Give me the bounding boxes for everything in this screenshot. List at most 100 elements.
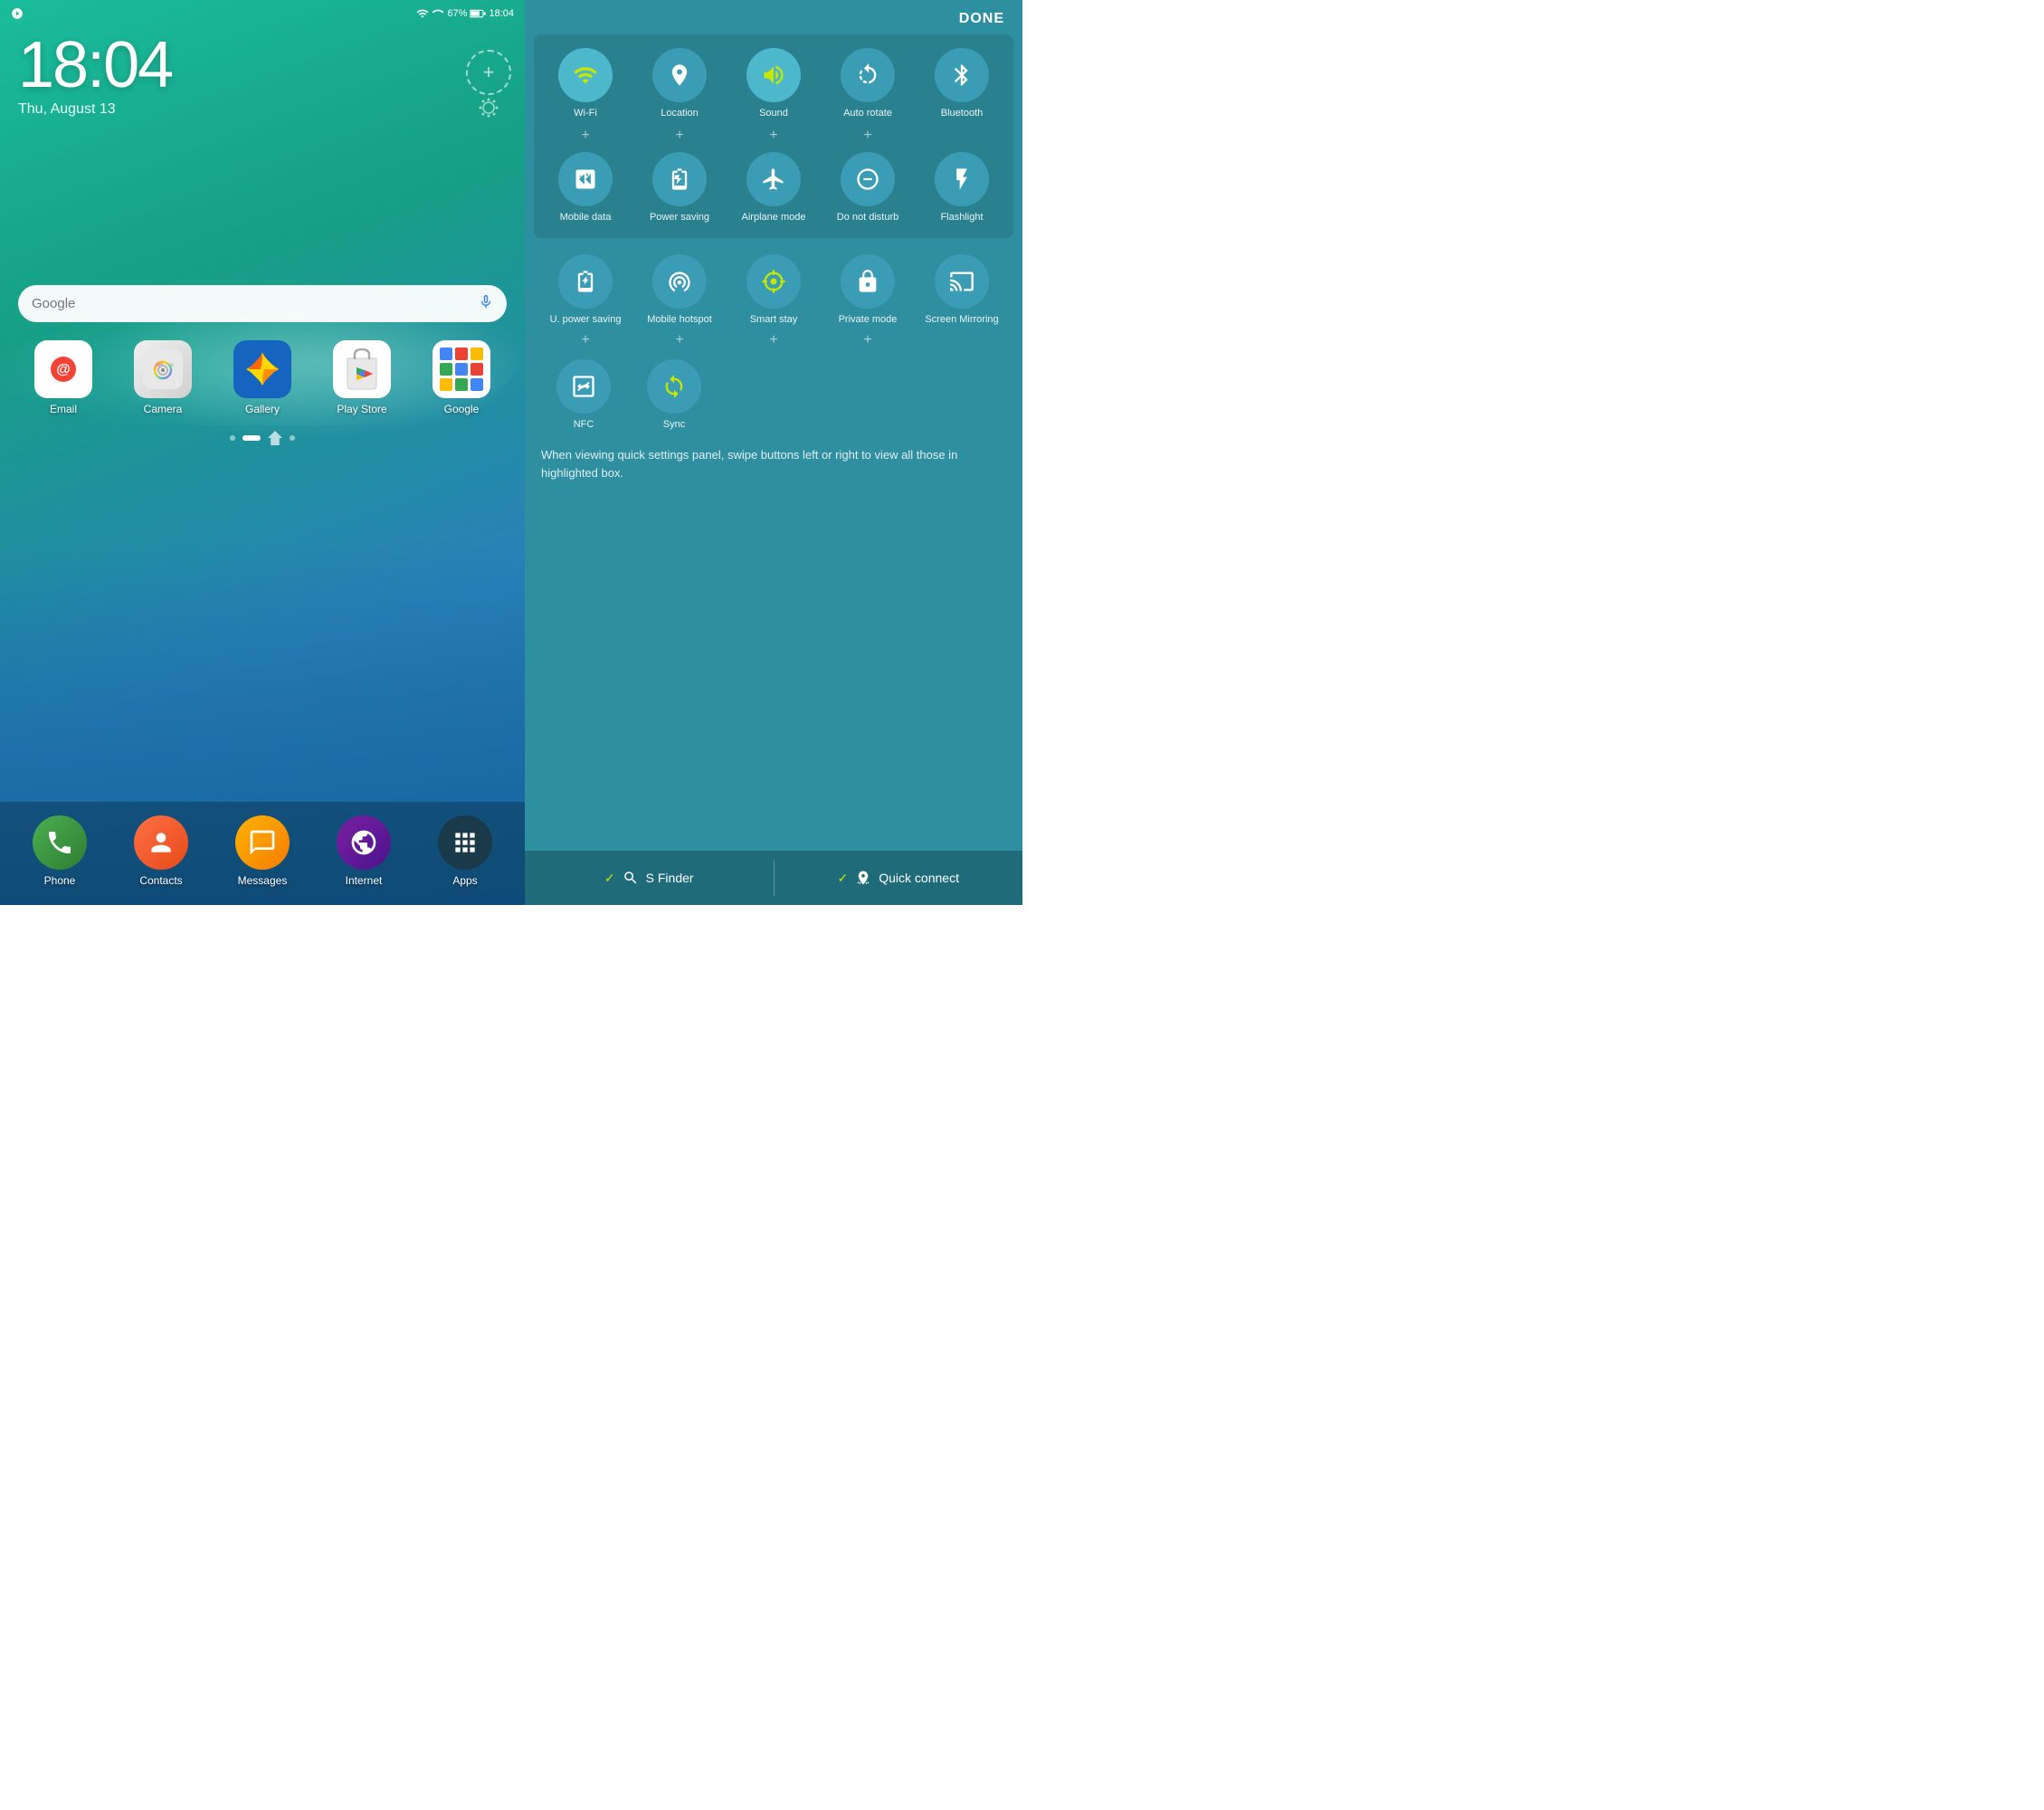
nfc-circle	[556, 359, 611, 414]
add-btn-4[interactable]: +	[822, 128, 913, 144]
qs-bluetooth[interactable]: Bluetooth	[917, 48, 1007, 119]
home-screen: 67% 18:04 18:04 Thu, August 13 +	[0, 0, 525, 905]
dock-phone[interactable]: Phone	[33, 815, 87, 887]
qs-wifi[interactable]: Wi-Fi	[540, 48, 631, 119]
weather-widget[interactable]: +	[466, 50, 511, 124]
smartstay-label: Smart stay	[750, 313, 798, 326]
add-btn-r3-4[interactable]: +	[822, 332, 913, 348]
qs-location[interactable]: Location	[634, 48, 725, 119]
qs-add-row-1: + + + +	[538, 124, 1009, 148]
app-gallery[interactable]: Gallery	[233, 340, 291, 415]
quick-connect-button[interactable]: ✓ Quick connect	[775, 851, 1023, 905]
notification-icons	[11, 7, 24, 24]
qs-sync[interactable]: Sync	[629, 359, 719, 431]
playstore-icon	[333, 340, 391, 398]
qs-flashlight[interactable]: Flashlight	[917, 152, 1007, 224]
qs-sound[interactable]: Sound	[728, 48, 819, 119]
app-playstore[interactable]: Play Store	[333, 340, 391, 415]
app-google[interactable]: Google	[433, 340, 490, 415]
wifi-label: Wi-Fi	[574, 107, 597, 119]
dock-messages[interactable]: Messages	[235, 815, 290, 887]
autorotate-circle	[841, 48, 895, 102]
screenmirroring-circle	[935, 254, 989, 309]
qs-hotspot[interactable]: Mobile hotspot	[634, 254, 725, 326]
app-email[interactable]: @ Email	[34, 340, 92, 415]
google-label: Google	[444, 403, 480, 415]
add-btn-r3-2[interactable]: +	[634, 332, 725, 348]
done-button[interactable]: DONE	[959, 11, 1004, 27]
dock-apps[interactable]: Apps	[438, 815, 492, 887]
privatemode-circle	[841, 254, 895, 309]
status-bar: 67% 18:04	[0, 0, 525, 24]
add-btn-r3-1[interactable]: +	[540, 332, 631, 348]
apps-icon	[438, 815, 492, 870]
page-dot-3	[290, 435, 295, 441]
internet-icon	[337, 815, 391, 870]
app-camera[interactable]: Camera	[134, 340, 192, 415]
screenmirroring-label: Screen Mirroring	[925, 313, 998, 326]
wifi-circle	[558, 48, 613, 102]
qs-upowersaving[interactable]: U. power saving	[540, 254, 631, 326]
airplane-circle	[746, 152, 801, 206]
playstore-label: Play Store	[337, 403, 386, 415]
battery-text: 67%	[447, 8, 467, 19]
qs-smartstay[interactable]: Smart stay	[728, 254, 819, 326]
dock-contacts[interactable]: Contacts	[134, 815, 188, 887]
qs-add-row-3: + + + +	[525, 330, 1022, 350]
mobiledata-label: Mobile data	[560, 211, 612, 224]
flashlight-circle	[935, 152, 989, 206]
gallery-label: Gallery	[245, 403, 280, 415]
qs-powersaving[interactable]: Power saving	[634, 152, 725, 224]
qs-airplane[interactable]: Airplane mode	[728, 152, 819, 224]
qs-row-3: U. power saving Mobile hotspot Smart sta…	[525, 245, 1022, 330]
s-finder-button[interactable]: ✓ S Finder	[525, 851, 774, 905]
add-btn-1[interactable]: +	[540, 128, 631, 144]
qs-dnd[interactable]: Do not disturb	[822, 152, 913, 224]
qs-screenmirroring[interactable]: Screen Mirroring	[917, 254, 1007, 326]
search-icon	[623, 870, 639, 886]
hotspot-label: Mobile hotspot	[647, 313, 712, 326]
clock-time: 18:04	[18, 33, 507, 98]
sync-label: Sync	[663, 418, 685, 431]
sound-circle	[746, 48, 801, 102]
weather-add-button[interactable]: +	[466, 50, 511, 95]
airplane-label: Airplane mode	[742, 211, 806, 224]
upowersaving-circle	[558, 254, 613, 309]
qs-privatemode[interactable]: Private mode	[822, 254, 913, 326]
google-icon	[433, 340, 490, 398]
qs-mobiledata[interactable]: Mobile data	[540, 152, 631, 224]
add-btn-5[interactable]	[917, 128, 1007, 144]
powersaving-label: Power saving	[650, 211, 709, 224]
gallery-icon	[233, 340, 291, 398]
add-btn-3[interactable]: +	[728, 128, 819, 144]
add-btn-2[interactable]: +	[634, 128, 725, 144]
location-circle	[652, 48, 707, 102]
add-btn-r3-3[interactable]: +	[728, 332, 819, 348]
status-icons: 67% 18:04	[416, 7, 514, 20]
microphone-icon[interactable]	[478, 293, 494, 314]
camera-icon	[134, 340, 192, 398]
search-input[interactable]	[18, 285, 507, 322]
phone-icon	[33, 815, 87, 870]
search-bar[interactable]	[18, 285, 507, 322]
qs-autorotate[interactable]: Auto rotate	[822, 48, 913, 119]
qs-bottom-bar: ✓ S Finder ✓ Quick connect	[525, 851, 1022, 905]
qs-nfc[interactable]: NFC	[538, 359, 629, 431]
flashlight-label: Flashlight	[940, 211, 983, 224]
sound-label: Sound	[759, 107, 788, 119]
dock: Phone Contacts Messages Internet	[0, 802, 525, 905]
dock-internet[interactable]: Internet	[337, 815, 391, 887]
phone-label: Phone	[44, 874, 76, 887]
qs-row-4: NFC Sync	[525, 350, 1022, 435]
add-btn-r3-5[interactable]	[917, 332, 1007, 348]
qs-section-1: Wi-Fi Location Sound Auto	[534, 34, 1013, 238]
bluetooth-label: Bluetooth	[941, 107, 983, 119]
page-indicators	[0, 420, 525, 456]
qs-header: DONE	[525, 0, 1022, 34]
sync-circle	[647, 359, 701, 414]
camera-label: Camera	[144, 403, 183, 415]
powersaving-circle	[652, 152, 707, 206]
messages-icon	[235, 815, 290, 870]
apps-label: Apps	[452, 874, 477, 887]
clock-area: 18:04 Thu, August 13	[0, 24, 525, 122]
